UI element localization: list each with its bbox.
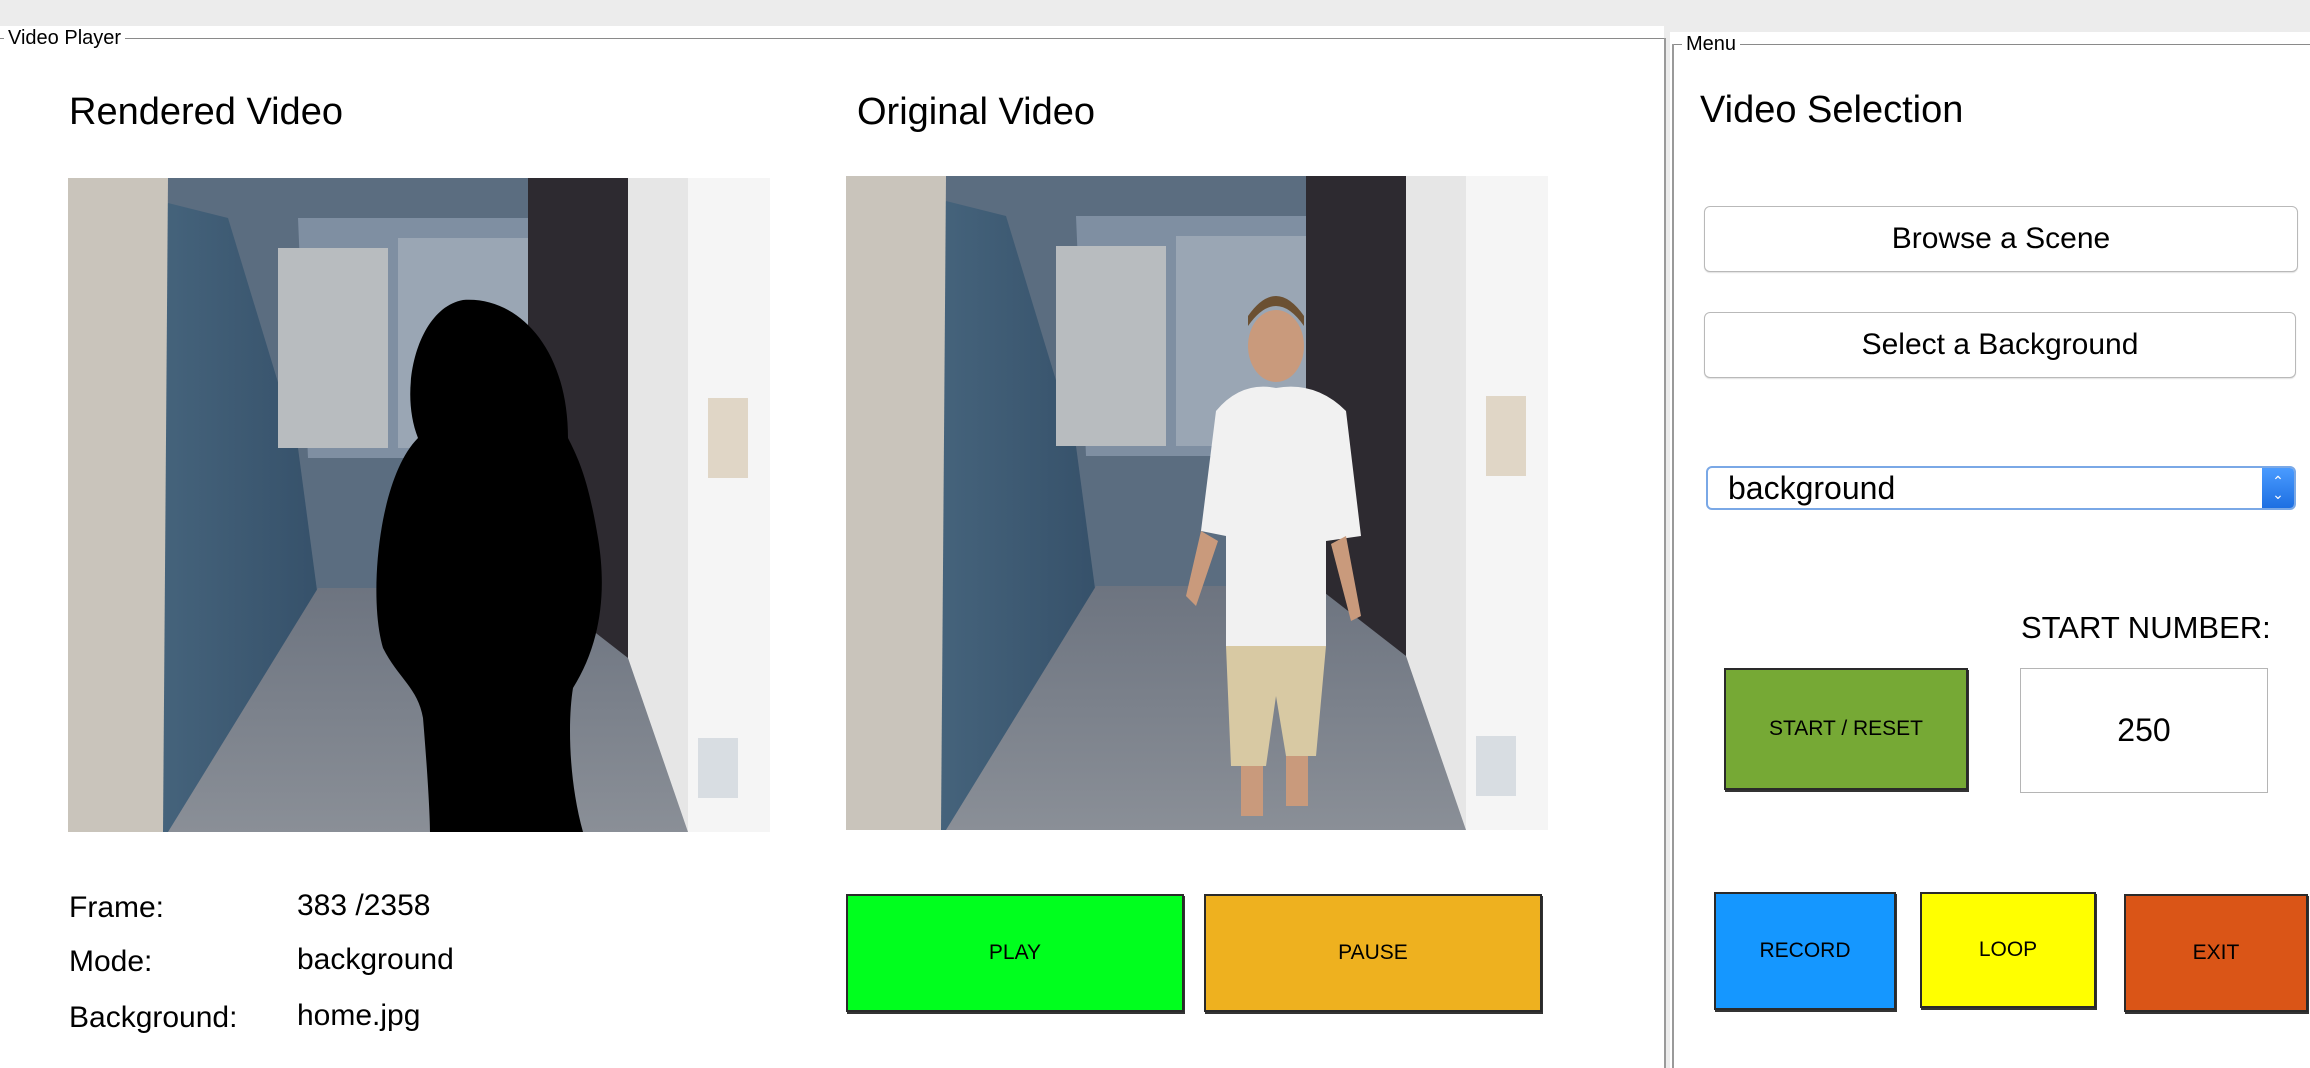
start-number-field[interactable]: 250 (2020, 668, 2268, 793)
video-selection-title: Video Selection (1700, 89, 1964, 131)
menu-group-title: Menu (1682, 32, 1741, 56)
menu-frame-top (1674, 44, 2310, 45)
rendered-video-title: Rendered Video (69, 91, 343, 133)
video-player-frame-top (0, 38, 1664, 39)
start-reset-button[interactable]: START / RESET (1724, 668, 1968, 790)
select-background-button[interactable]: Select a Background (1704, 312, 2296, 378)
menu-frame-left (1672, 44, 1674, 1068)
record-button[interactable]: RECORD (1714, 892, 1896, 1010)
original-video-frame (846, 176, 1548, 830)
exit-button[interactable]: EXIT (2124, 894, 2308, 1012)
start-number-label: START NUMBER: (2021, 610, 2271, 645)
frame-value: 383 /2358 (297, 889, 431, 922)
video-player-frame-right (1664, 38, 1666, 1068)
browse-scene-button[interactable]: Browse a Scene (1704, 206, 2298, 272)
mode-label: Mode: (69, 945, 153, 978)
pause-button[interactable]: PAUSE (1204, 894, 1542, 1012)
background-value: home.jpg (297, 999, 421, 1032)
rendered-video-frame (68, 178, 770, 832)
background-dropdown[interactable]: background ⌃ ⌄ (1706, 466, 2296, 510)
frame-label: Frame: (69, 891, 165, 924)
dropdown-value: background (1728, 470, 1896, 506)
play-button[interactable]: PLAY (846, 894, 1184, 1012)
loop-button[interactable]: LOOP (1920, 892, 2096, 1008)
video-player-group-title: Video Player (4, 26, 126, 50)
mode-value: background (297, 943, 454, 976)
original-video-title: Original Video (857, 91, 1096, 133)
background-label: Background: (69, 1001, 238, 1034)
dropdown-chevron-icon: ⌃ ⌄ (2262, 468, 2294, 508)
